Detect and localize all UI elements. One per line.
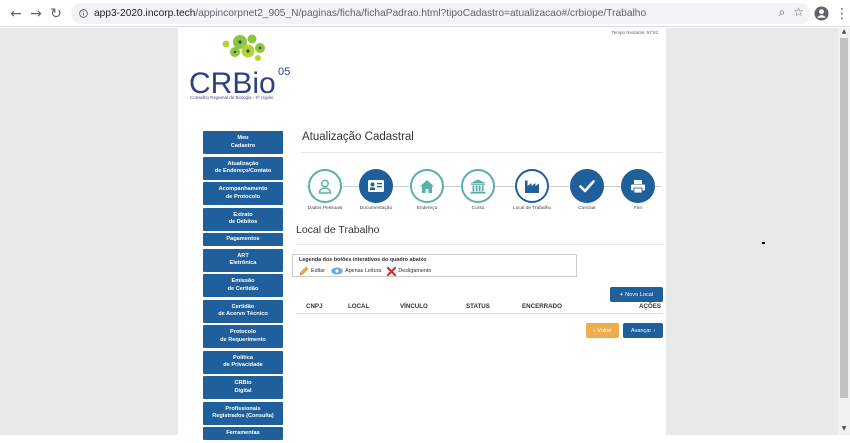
divider bbox=[296, 244, 663, 245]
crbio-logo: CRBio 05 bbox=[189, 34, 290, 100]
step-curso[interactable]: Curso bbox=[448, 169, 508, 211]
user-icon bbox=[318, 179, 332, 194]
browser-toolbar: ← → ↻ app3-2020.incorp.tech/appincorpnet… bbox=[0, 0, 850, 27]
home-icon bbox=[420, 179, 434, 193]
sidebar-item-emissao-certidao[interactable]: Emissão de Certidão bbox=[203, 274, 283, 297]
back-arrow-icon[interactable]: ← bbox=[6, 4, 26, 24]
session-timer: Tempo Restante: 57:52 bbox=[611, 30, 658, 35]
content-card: Tempo Restante: 57:52 CRBio 05 Conselho … bbox=[178, 28, 668, 440]
menu-kebab-icon[interactable]: ⋮ bbox=[832, 4, 850, 24]
sidebar-item-protocolo-requerimento[interactable]: Protocolo de Requerimento bbox=[203, 325, 283, 348]
scroll-up-arrow-icon[interactable]: ▲ bbox=[838, 28, 850, 38]
column-header: LOCAL bbox=[348, 303, 370, 310]
page-scrollbar[interactable]: ▲ ▼ bbox=[838, 28, 850, 435]
institution-icon bbox=[470, 179, 486, 194]
legend-unlink-label: Desligamento bbox=[398, 268, 432, 274]
step-local-trabalho[interactable]: Local de Trabalho bbox=[502, 169, 562, 211]
bookmark-star-icon[interactable]: ☆ bbox=[793, 5, 804, 20]
sidebar-item-crbio-digital[interactable]: CRBio Digital bbox=[203, 376, 283, 399]
url-text: app3-2020.incorp.tech/appincorpnet2_905_… bbox=[94, 8, 647, 19]
plus-icon: + bbox=[619, 291, 624, 298]
page-title: Atualização Cadastral bbox=[302, 131, 414, 143]
info-icon bbox=[79, 9, 88, 18]
zoom-icon[interactable]: ⌕ bbox=[779, 5, 786, 20]
address-bar[interactable]: app3-2020.incorp.tech/appincorpnet2_905_… bbox=[71, 3, 810, 24]
sidebar-item-extrato-debitos[interactable]: Extrato de Débitos bbox=[203, 207, 283, 231]
column-header: STATUS bbox=[466, 303, 490, 310]
column-header: ENCERRADO bbox=[522, 303, 562, 310]
section-title: Local de Trabalho bbox=[296, 224, 380, 236]
scrollbar-thumb[interactable] bbox=[840, 38, 848, 398]
sidebar-item-acompanhamento-protocolo[interactable]: Acompanhamento de Protocolo bbox=[203, 182, 283, 205]
chevron-right-icon: › bbox=[653, 327, 656, 334]
sidebar-menu: Meu Cadastro Atualização de Endereço/Con… bbox=[203, 131, 283, 443]
check-icon bbox=[579, 180, 595, 193]
sidebar-item-meu-cadastro[interactable]: Meu Cadastro bbox=[203, 131, 283, 154]
legend-readonly-label: Apenas Leitura bbox=[345, 268, 382, 274]
legend-box: Legenda dos botões interativos do quadro… bbox=[292, 254, 577, 277]
id-card-icon bbox=[368, 180, 384, 192]
next-button[interactable]: Avançar › bbox=[623, 323, 663, 338]
forward-arrow-icon[interactable]: → bbox=[26, 4, 46, 24]
reload-icon[interactable]: ↻ bbox=[46, 4, 66, 24]
page-background: Tempo Restante: 57:52 CRBio 05 Conselho … bbox=[0, 28, 838, 440]
scroll-down-arrow-icon[interactable]: ▼ bbox=[838, 425, 850, 435]
sidebar-item-politica-privacidade[interactable]: Política de Privacidade bbox=[203, 350, 283, 374]
sidebar-item-art-eletronica[interactable]: ART Eletrônica bbox=[203, 248, 283, 272]
sidebar-item-profissionais-registrados[interactable]: Profissionais Registrados (Consulta) bbox=[203, 401, 283, 425]
column-header: AÇÕES bbox=[638, 303, 661, 310]
remove-icon bbox=[387, 266, 397, 276]
chevron-left-icon: ‹ bbox=[593, 327, 596, 334]
svg-text:05: 05 bbox=[278, 66, 290, 78]
industry-icon bbox=[525, 180, 539, 193]
cursor-mark bbox=[762, 242, 765, 244]
pencil-icon bbox=[299, 266, 309, 276]
sidebar-item-atualizacao-endereco[interactable]: Atualização de Endereço/Contato bbox=[203, 156, 283, 180]
back-button[interactable]: ‹ Voltar bbox=[586, 323, 619, 338]
table-header: CNPJ LOCAL VÍNCULO STATUS ENCERRADO AÇÕE… bbox=[296, 300, 663, 314]
sidebar-item-ferramentas[interactable]: Ferramentas bbox=[203, 427, 283, 440]
legend-edit-label: Editar bbox=[311, 268, 326, 274]
step-fim[interactable]: Fim bbox=[608, 169, 668, 211]
sidebar-item-pagamentos[interactable]: Pagamentos bbox=[203, 233, 283, 246]
sidebar-item-certidao-acervo[interactable]: Certidão de Acervo Técnico bbox=[203, 299, 283, 323]
printer-icon bbox=[631, 179, 645, 193]
logo-subtitle: Conselho Regional de Biologia - 5ª regiã… bbox=[190, 95, 274, 100]
profile-avatar-icon[interactable] bbox=[814, 6, 829, 21]
column-header: CNPJ bbox=[306, 303, 323, 310]
eye-icon bbox=[331, 267, 343, 275]
column-header: VÍNCULO bbox=[400, 303, 428, 310]
divider bbox=[301, 152, 663, 153]
